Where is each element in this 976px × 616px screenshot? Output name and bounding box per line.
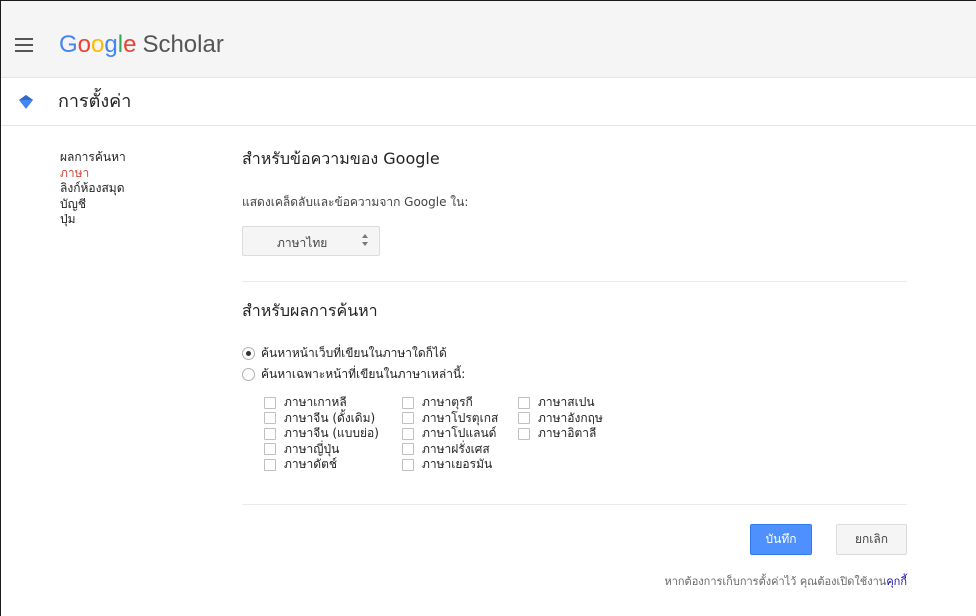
checkbox[interactable] (402, 443, 414, 456)
section-divider (242, 504, 907, 505)
checkbox[interactable] (402, 458, 414, 471)
sidebar-item-account[interactable]: บัญชี (60, 197, 200, 213)
google-scholar-logo[interactable]: Google Scholar (59, 31, 224, 59)
interface-description: แสดงเคล็ดลับและข้อความจาก Google ใน: (242, 195, 469, 209)
language-checkbox-item[interactable]: ภาษาดัตช์ (264, 457, 379, 473)
interface-language-select[interactable]: ภาษาไทย (242, 226, 380, 256)
language-checkbox-item[interactable]: ภาษาเยอรมัน (402, 457, 498, 473)
logo-letter: e (123, 31, 137, 58)
checkbox[interactable] (402, 427, 414, 440)
radio-only-label: ค้นหาเฉพาะหน้าที่เขียนในภาษาเหล่านี้: (261, 367, 466, 381)
logo-letter: o (91, 31, 105, 58)
language-checkbox-item[interactable]: ภาษาอิตาลี (518, 426, 603, 442)
checkbox[interactable] (402, 396, 414, 409)
section-divider (242, 281, 907, 282)
cancel-button[interactable]: ยกเลิก (836, 524, 907, 555)
save-button[interactable]: บันทึก (750, 524, 812, 555)
checkbox[interactable] (402, 412, 414, 425)
checkbox[interactable] (264, 412, 276, 425)
checkbox[interactable] (264, 443, 276, 456)
logo-letter: g (104, 31, 118, 58)
sidebar-item-library-links[interactable]: ลิงก์ห้องสมุด (60, 181, 200, 197)
checkbox[interactable] (264, 396, 276, 409)
radio-selected-languages[interactable]: ค้นหาเฉพาะหน้าที่เขียนในภาษาเหล่านี้: (242, 366, 465, 382)
settings-titlebar: การตั้งค่า (1, 78, 976, 126)
logo-letter: o (77, 31, 92, 58)
sidebar-item-search-results[interactable]: ผลการค้นหา (60, 150, 200, 166)
radio-button-checked[interactable] (242, 346, 255, 360)
sidebar-item-languages[interactable]: ภาษา (60, 166, 200, 182)
language-column-3: ภาษาสเปน ภาษาอังกฤษ ภาษาอิตาลี (518, 395, 603, 442)
radio-any-label: ค้นหาหน้าเว็บที่เขียนในภาษาใดก็ได้ (261, 346, 447, 360)
checkbox[interactable] (518, 427, 530, 440)
updown-arrows-icon (362, 234, 368, 246)
sidebar-item-button[interactable]: ปุ่ม (60, 212, 200, 228)
settings-sidenav: ผลการค้นหา ภาษา ลิงก์ห้องสมุด บัญชี ปุ่ม (60, 150, 200, 228)
interface-language-value: ภาษาไทย (277, 236, 328, 250)
cookie-note-text: หากต้องการเก็บการตั้งค่าไว้ คุณต้องเปิดใ… (664, 575, 887, 588)
radio-any-language[interactable]: ค้นหาหน้าเว็บที่เขียนในภาษาใดก็ได้ (242, 345, 447, 361)
language-label: ภาษาเยอรมัน (422, 457, 493, 472)
checkbox[interactable] (264, 427, 276, 440)
checkbox[interactable] (518, 412, 530, 425)
hamburger-icon[interactable] (15, 38, 33, 52)
checkbox[interactable] (264, 458, 276, 471)
page-title: การตั้งค่า (58, 91, 132, 112)
checkbox[interactable] (518, 396, 530, 409)
logo-scholar-text: Scholar (142, 31, 224, 58)
interface-section-title: สำหรับข้อความของ Google (242, 149, 440, 168)
language-column-1: ภาษาเกาหลี ภาษาจีน (ดั้งเดิม) ภาษาจีน (แ… (264, 395, 379, 473)
cookie-note: หากต้องการเก็บการตั้งค่าไว้ คุณต้องเปิดใ… (664, 572, 907, 590)
radio-button-unchecked[interactable] (242, 367, 255, 381)
top-header: Google Scholar (1, 1, 976, 78)
language-label: ภาษาดัตช์ (284, 457, 338, 472)
search-section-title: สำหรับผลการค้นหา (242, 301, 378, 320)
language-label: ภาษาอิตาลี (538, 426, 597, 441)
language-column-2: ภาษาตุรกี ภาษาโปรตุเกส ภาษาโปแลนด์ ภาษาฝ… (402, 395, 498, 473)
logo-letter: G (59, 31, 78, 58)
settings-gem-icon (19, 95, 33, 109)
cookie-link[interactable]: คุกกี้ (886, 575, 907, 588)
logo-google-wordmark: Google (59, 31, 136, 58)
